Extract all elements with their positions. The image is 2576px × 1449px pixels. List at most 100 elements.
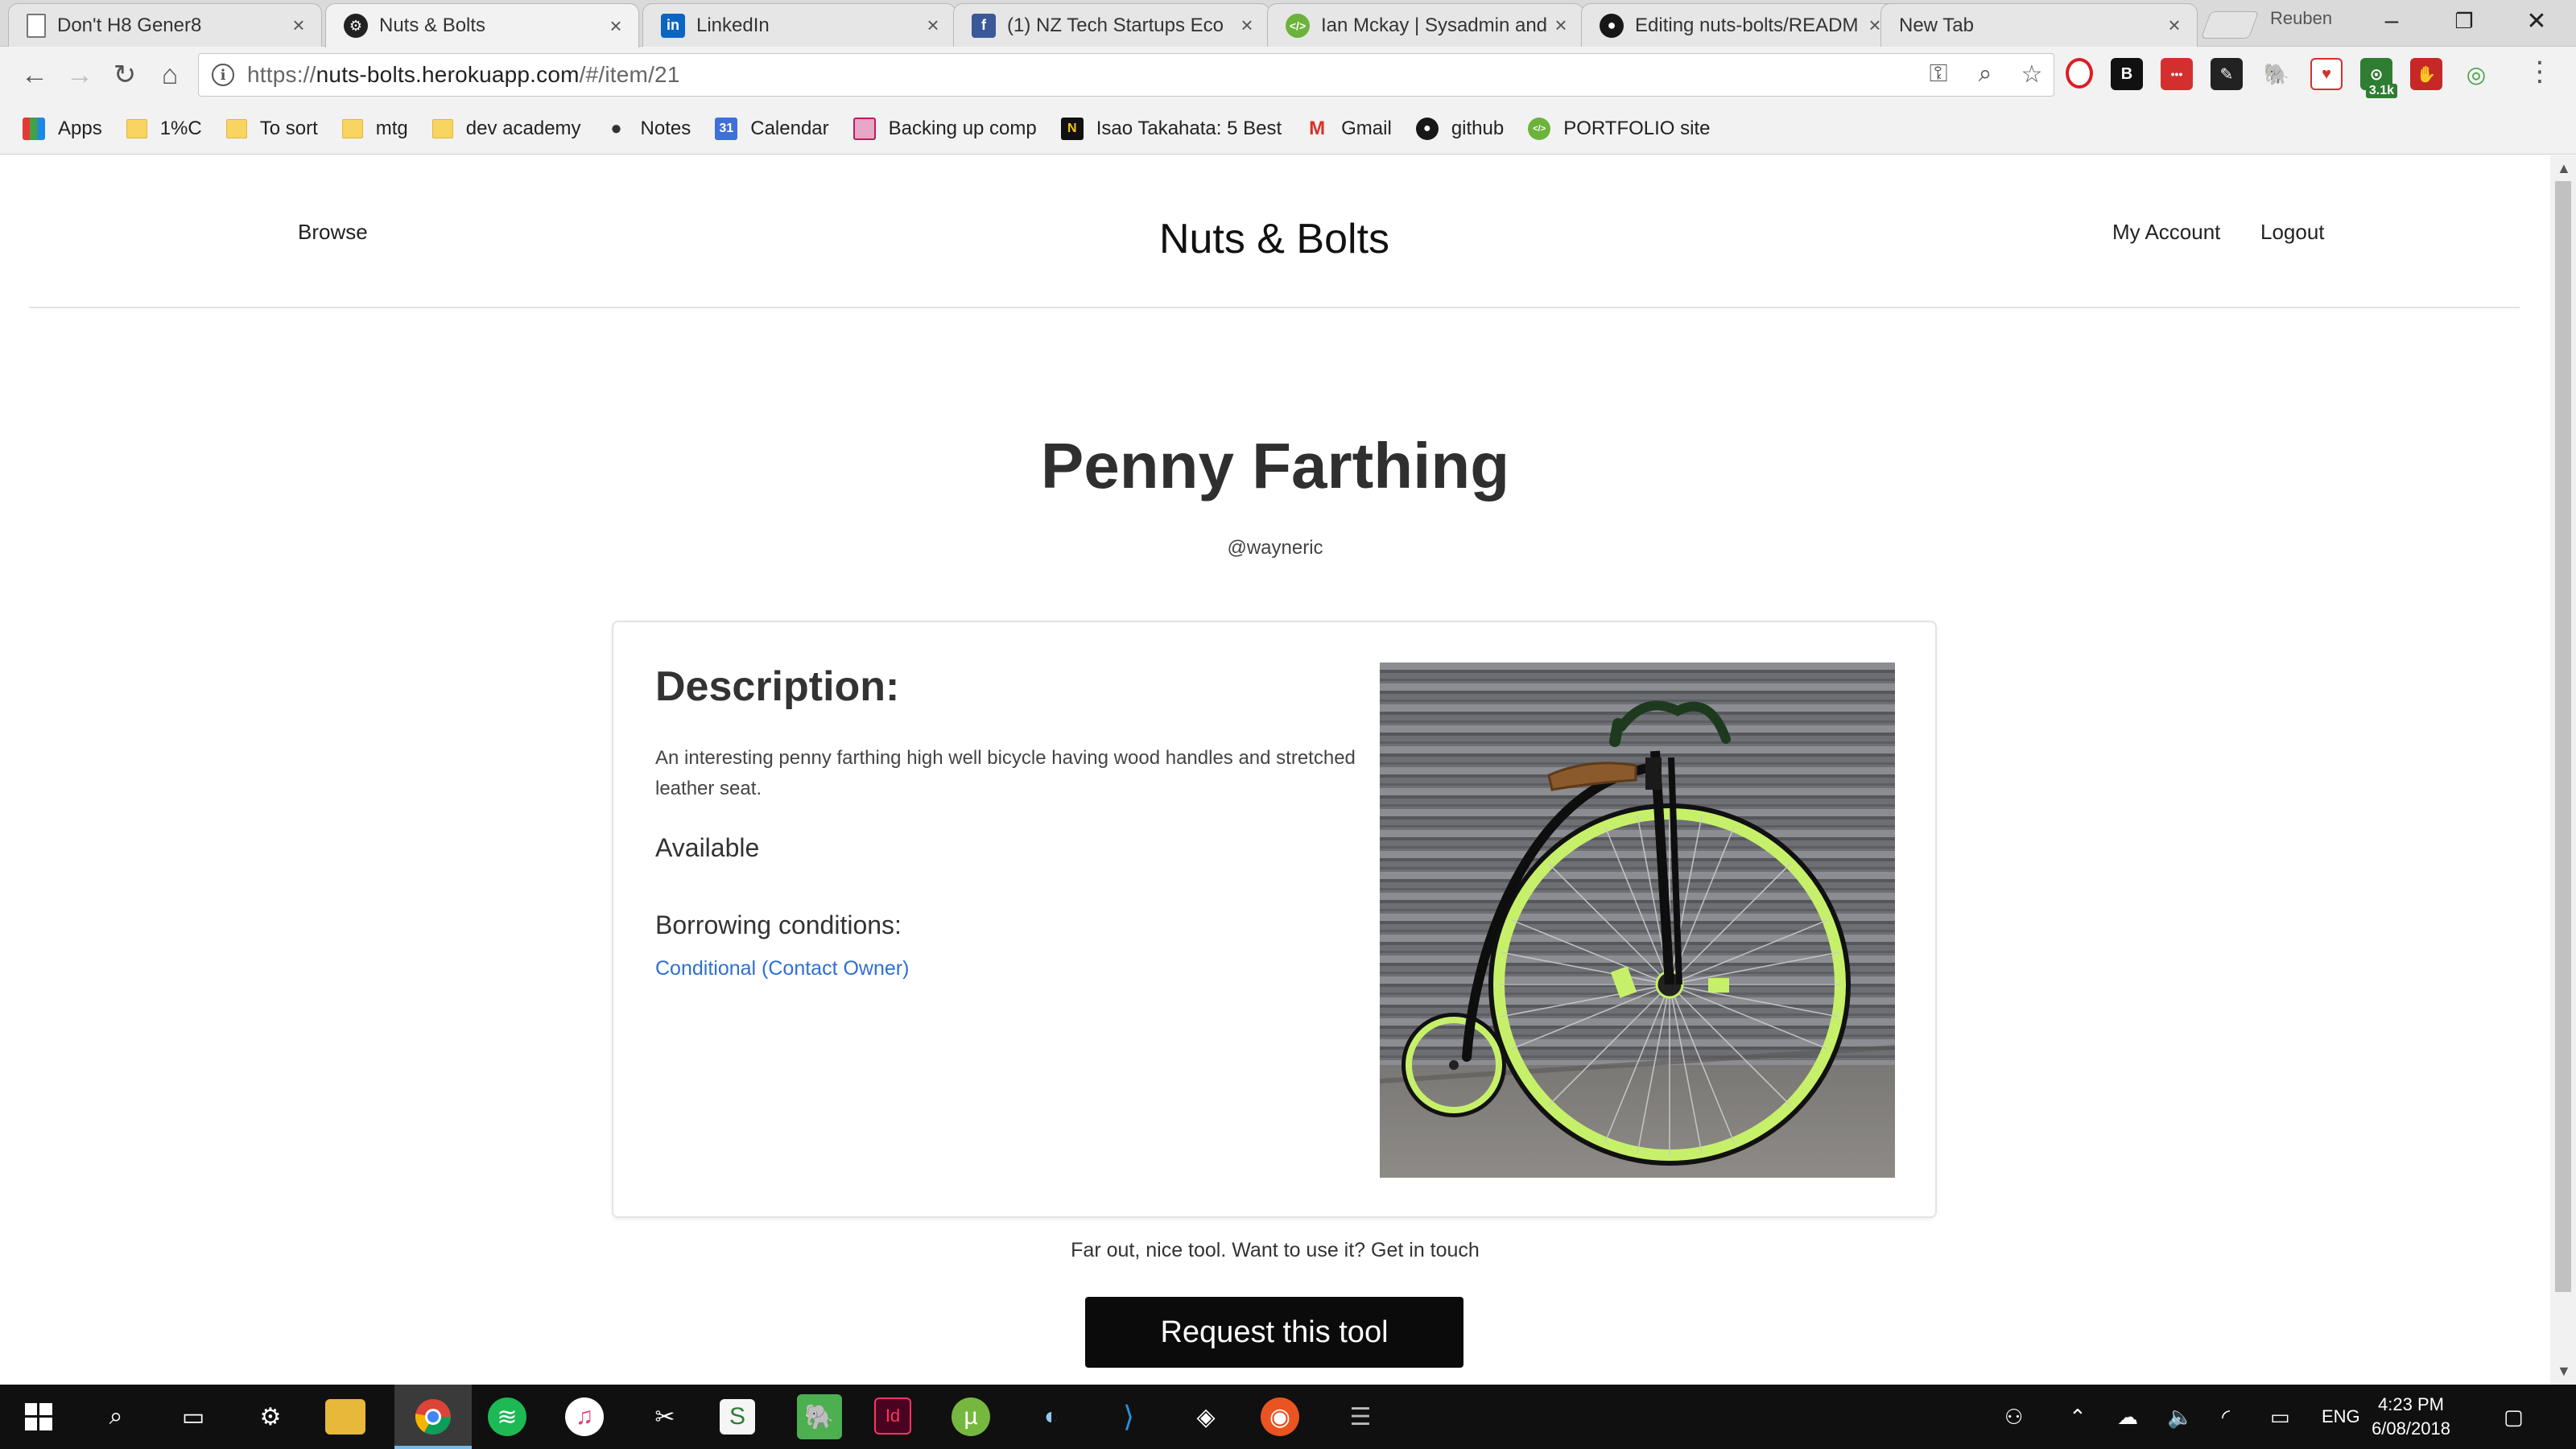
close-window-icon[interactable]: ✕ bbox=[2508, 5, 2565, 37]
database-icon[interactable]: ☰ bbox=[1338, 1394, 1383, 1439]
bookmark-dev-academy[interactable]: dev academy bbox=[431, 118, 581, 140]
tab-dont-h8-gener8[interactable]: Don't H8 Gener8 × bbox=[8, 3, 322, 47]
restore-icon[interactable]: ❐ bbox=[2436, 5, 2492, 37]
nav-my-account-link[interactable]: My Account bbox=[2112, 220, 2220, 245]
zoom-icon[interactable]: ⌕ bbox=[1973, 60, 1997, 89]
tab-close-icon[interactable]: × bbox=[287, 13, 310, 38]
back-arrow-icon[interactable]: ← bbox=[16, 56, 53, 93]
tab-editing-readme[interactable]: ● Editing nuts-bolts/READM × bbox=[1581, 3, 1898, 47]
search-icon[interactable]: ⌕ bbox=[93, 1394, 138, 1439]
wifi-icon[interactable]: ◜ bbox=[2222, 1385, 2230, 1449]
bookmark-1pc[interactable]: 1%C bbox=[126, 118, 202, 140]
bookmark-backing-up[interactable]: Backing up comp bbox=[852, 117, 1037, 140]
paint-icon[interactable]: ✂ bbox=[642, 1394, 687, 1439]
scroll-up-icon[interactable]: ▲ bbox=[2557, 160, 2571, 177]
task-view-icon[interactable]: ▭ bbox=[171, 1394, 216, 1439]
code-icon: </> bbox=[1286, 13, 1310, 38]
key-icon[interactable]: ⚿ bbox=[1926, 60, 1951, 89]
bold-b-icon[interactable]: B bbox=[2111, 58, 2143, 90]
apple-icon: ● bbox=[610, 117, 622, 139]
info-icon[interactable]: i bbox=[212, 64, 234, 86]
profile-name[interactable]: Reuben bbox=[2270, 8, 2332, 29]
reload-icon[interactable]: ↻ bbox=[106, 56, 143, 93]
bookmark-github[interactable]: ● github bbox=[1415, 117, 1505, 140]
tab-close-icon[interactable]: × bbox=[1236, 13, 1258, 38]
ubuntu-icon[interactable]: ◉ bbox=[1261, 1397, 1299, 1436]
windows-start-icon[interactable] bbox=[16, 1394, 61, 1439]
clock-date: 6/08/2018 bbox=[2372, 1418, 2450, 1439]
bookmark-portfolio[interactable]: </> PORTFOLIO site bbox=[1528, 117, 1710, 140]
bookmark-label: github bbox=[1451, 117, 1505, 139]
url-scheme: https:// bbox=[247, 62, 316, 87]
evernote-icon[interactable]: 🐘 bbox=[2260, 58, 2293, 90]
battery-icon[interactable]: ▭ bbox=[2270, 1385, 2290, 1449]
item-card: Description: An interesting penny farthi… bbox=[612, 621, 1937, 1218]
bookmark-mtg[interactable]: mtg bbox=[341, 118, 408, 140]
nav-logout-link[interactable]: Logout bbox=[2260, 220, 2325, 245]
tab-close-icon[interactable]: × bbox=[2163, 13, 2186, 38]
itunes-icon[interactable]: ♫ bbox=[565, 1397, 604, 1436]
bookmark-isao-takahata[interactable]: N Isao Takahata: 5 Best bbox=[1060, 117, 1282, 140]
notifications-icon[interactable]: ▢ bbox=[2504, 1385, 2524, 1449]
scrollbar-thumb[interactable] bbox=[2555, 181, 2571, 1292]
url-path: /#/item/21 bbox=[579, 62, 680, 87]
document-icon bbox=[27, 13, 46, 38]
new-tab-button[interactable] bbox=[2200, 11, 2260, 39]
gauge-icon[interactable]: ⊙ 3.1k bbox=[2360, 58, 2397, 98]
star-icon[interactable]: ☆ bbox=[2020, 60, 2044, 89]
utorrent-icon[interactable]: µ bbox=[952, 1397, 990, 1436]
borrowing-condition-link[interactable]: Conditional (Contact Owner) bbox=[655, 957, 909, 980]
tab-close-icon[interactable]: × bbox=[1550, 13, 1572, 38]
lastpass-icon[interactable]: ••• bbox=[2161, 58, 2193, 90]
page-scrollbar[interactable]: ▲ ▼ bbox=[2550, 155, 2576, 1385]
volume-icon[interactable]: 🔈 bbox=[2167, 1385, 2193, 1449]
bookmark-calendar[interactable]: 31 Calendar bbox=[715, 117, 829, 140]
bookmark-label: To sort bbox=[259, 117, 318, 139]
pen-icon[interactable]: ✎ bbox=[2211, 58, 2243, 90]
cortana-icon[interactable]: ◐ bbox=[1029, 1394, 1074, 1439]
minimize-icon[interactable]: – bbox=[2363, 5, 2420, 37]
sublime-icon[interactable]: S bbox=[720, 1399, 755, 1435]
address-bar[interactable]: i https://nuts-bolts.herokuapp.com/#/ite… bbox=[198, 53, 2054, 97]
tab-nuts-bolts[interactable]: ⚙ Nuts & Bolts × bbox=[325, 3, 639, 47]
bookmark-notes[interactable]: ● Notes bbox=[605, 118, 691, 140]
bookmark-gmail[interactable]: M Gmail bbox=[1306, 118, 1392, 140]
taskbar-clock[interactable]: 4:23 PM 6/08/2018 bbox=[2351, 1393, 2471, 1441]
item-owner[interactable]: @wayneric bbox=[0, 537, 2550, 559]
request-tool-button[interactable]: Request this tool bbox=[1085, 1297, 1463, 1368]
adblock-icon[interactable]: ✋ bbox=[2410, 58, 2442, 90]
site-nav: Browse Nuts & Bolts My Account Logout bbox=[29, 155, 2520, 308]
indesign-icon[interactable]: Id bbox=[874, 1397, 911, 1435]
forward-arrow-icon[interactable]: → bbox=[61, 56, 98, 93]
imdb-icon: N bbox=[1060, 117, 1084, 140]
bookmark-label: Calendar bbox=[750, 117, 829, 139]
unity-icon[interactable]: ◈ bbox=[1183, 1394, 1228, 1439]
tab-close-icon[interactable]: × bbox=[922, 13, 944, 38]
gmail-icon: M bbox=[1309, 117, 1326, 139]
file-explorer-icon[interactable] bbox=[325, 1399, 365, 1435]
people-icon[interactable]: ⚇ bbox=[2004, 1385, 2023, 1449]
pocket-icon[interactable]: ♥ bbox=[2310, 58, 2343, 90]
evernote-icon[interactable]: 🐘 bbox=[797, 1394, 842, 1439]
menu-dots-icon[interactable]: ⋮ bbox=[2526, 58, 2553, 85]
tab-linkedin[interactable]: in LinkedIn × bbox=[642, 3, 956, 47]
settings-gear-icon[interactable]: ⚙ bbox=[248, 1394, 293, 1439]
tab-close-icon[interactable]: × bbox=[605, 14, 627, 39]
bookmark-to-sort[interactable]: To sort bbox=[225, 117, 318, 140]
opera-icon[interactable] bbox=[2066, 58, 2093, 89]
scroll-down-icon[interactable]: ▼ bbox=[2557, 1363, 2571, 1380]
vscode-icon[interactable]: ⟩ bbox=[1106, 1394, 1151, 1439]
tab-ian-mckay[interactable]: </> Ian Mckay | Sysadmin and × bbox=[1267, 3, 1584, 47]
home-icon[interactable]: ⌂ bbox=[151, 56, 188, 93]
bookmark-apps[interactable]: Apps bbox=[23, 117, 102, 140]
show-hidden-icons[interactable]: ⌃ bbox=[2069, 1385, 2087, 1449]
tab-new-tab[interactable]: New Tab × bbox=[1880, 3, 2198, 47]
circle-icon[interactable]: ◎ bbox=[2460, 58, 2492, 90]
tab-nz-tech-startups[interactable]: f (1) NZ Tech Startups Eco × bbox=[953, 3, 1270, 47]
chrome-icon[interactable] bbox=[411, 1394, 456, 1439]
bookmark-icon bbox=[852, 117, 876, 140]
spotify-icon[interactable]: ≋ bbox=[488, 1397, 526, 1436]
tab-title: Editing nuts-bolts/READM bbox=[1635, 14, 1859, 36]
onedrive-icon[interactable]: ☁ bbox=[2117, 1385, 2138, 1449]
apps-grid-icon bbox=[23, 117, 45, 140]
